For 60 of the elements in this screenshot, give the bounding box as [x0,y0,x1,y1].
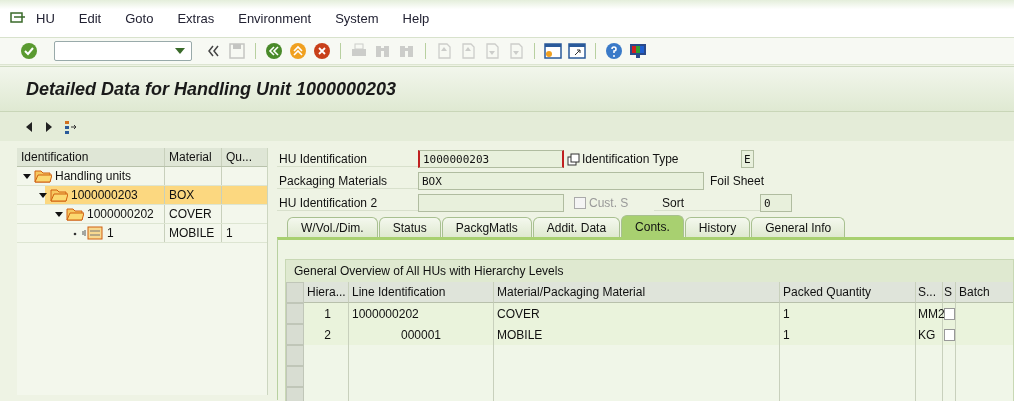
tab[interactable]: PackgMatls [441,217,532,237]
hierarchy-icon[interactable] [64,119,78,134]
tree-row[interactable]: 1 MOBILE 1 [17,224,267,243]
group-title: General Overview of All HUs with Hierarchy Levels [286,260,1013,282]
checkbox[interactable] [944,328,955,341]
screen-title: Detailed Data for Handling Unit 1000000203 [26,78,397,100]
field-label: Identification Type [582,152,680,166]
node-label: 1000000202 [87,207,154,221]
tree-cell: MOBILE [165,224,222,242]
tree-cell-text: 1 [225,225,234,242]
checkbox[interactable] [944,307,955,320]
tab[interactable]: W/Vol./Dim. [287,217,378,237]
package-icon [82,226,104,240]
expanded-arrow-icon[interactable] [39,191,47,199]
tree-cell: COVER [165,205,222,223]
right-triangle-icon[interactable] [44,120,54,133]
tree-row[interactable]: 1000000202 COVER [17,205,267,224]
node-label: 1 [107,226,114,240]
caret-icon[interactable] [175,48,185,54]
input-field[interactable]: 0 [760,194,792,212]
menu-item[interactable]: HU [36,11,55,26]
column-header[interactable]: Identification [17,148,165,166]
new-window-icon[interactable] [543,41,563,61]
tab[interactable]: General Info [751,217,846,237]
menu-item[interactable]: Environment [238,11,312,26]
node-label: Handling units [55,169,132,183]
expanded-arrow-icon[interactable] [23,172,31,180]
menu-item[interactable]: Edit [78,11,102,26]
copy-icon[interactable] [567,152,580,166]
input-field[interactable]: 1000000203 [418,150,564,168]
help-icon[interactable] [604,41,624,61]
menu-item[interactable]: System [335,11,379,26]
tab[interactable]: Status [378,217,441,237]
folder-icon [50,188,68,202]
menu-item[interactable]: Extras [177,11,215,26]
input-field[interactable] [418,194,564,212]
input-field[interactable]: BOX [418,172,704,190]
description-text: Foil Sheet [710,174,765,188]
monitor-icon[interactable] [628,41,648,61]
exit-icon[interactable] [288,41,308,61]
back-icon[interactable] [264,41,284,61]
folder-icon [66,207,84,221]
menu-item[interactable]: Goto [125,11,154,26]
folder-icon [34,169,52,183]
node-label: 1000000203 [71,188,138,202]
tree-cell: BOX [165,186,222,204]
check-icon[interactable] [19,41,39,61]
menu-icon[interactable] [10,11,26,26]
tab[interactable]: Conts. [621,215,684,237]
shortcut-icon[interactable] [567,41,587,61]
expanded-arrow-icon[interactable] [55,210,63,218]
command-field[interactable] [54,41,192,61]
column-header[interactable]: Material [165,148,222,166]
menu-item[interactable]: Help [402,11,430,26]
input-field[interactable]: E [741,150,754,168]
left-triangle-icon[interactable] [24,120,34,133]
column-header[interactable]: Qu... [222,148,267,166]
tab[interactable]: Addit. Data [532,217,621,237]
tab[interactable]: History [684,217,751,237]
cancel-icon[interactable] [312,41,332,61]
